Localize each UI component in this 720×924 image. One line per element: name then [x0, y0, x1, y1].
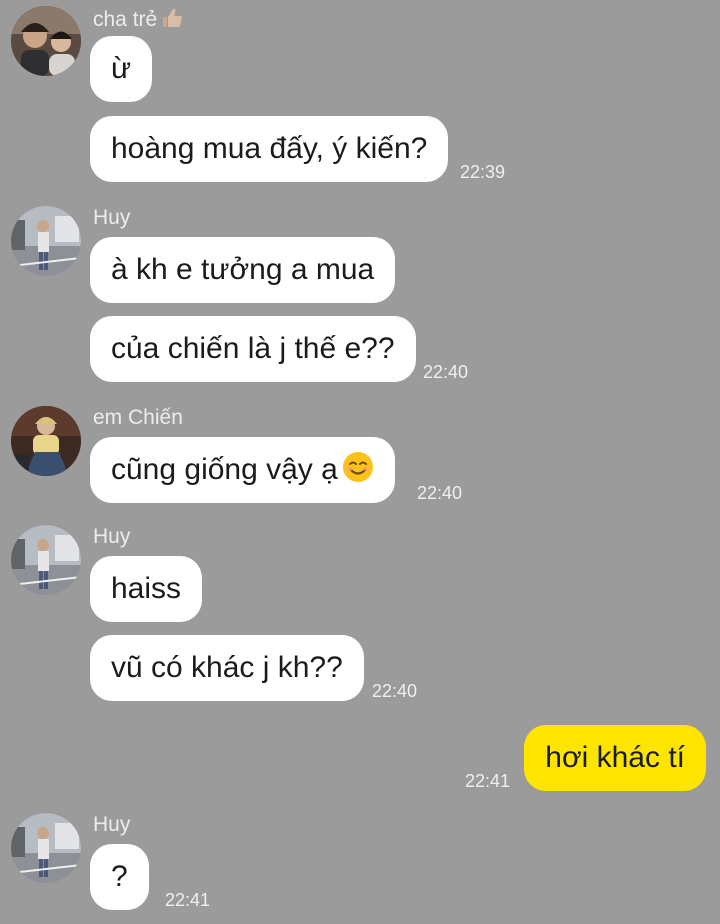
message-timestamp: 22:40 — [417, 483, 463, 503]
message-timestamp: 22:40 — [423, 362, 469, 382]
sender-name: Huy — [93, 813, 131, 836]
avatar-huy[interactable] — [11, 813, 81, 883]
message-bubble[interactable]: cũng giống vậy ạ — [90, 437, 395, 503]
my-message-bubble[interactable]: hơi khác tí — [524, 725, 706, 791]
sender-name: em Chiến — [93, 406, 183, 429]
message-bubble[interactable]: hoàng mua đấy, ý kiến? — [90, 116, 449, 182]
message-bubble[interactable]: ừ — [90, 36, 153, 102]
message-bubble[interactable]: ? — [90, 844, 149, 910]
avatar-cha-tre[interactable] — [11, 6, 81, 76]
avatar-huy[interactable] — [11, 525, 81, 595]
thumbs-up-emoji-icon — [163, 8, 183, 27]
message-bubble[interactable]: của chiến là j thế e?? — [90, 316, 416, 382]
message-timestamp: 22:39 — [460, 162, 506, 182]
sender-name: cha trẻ — [93, 6, 184, 32]
message-bubble[interactable]: haiss — [90, 556, 203, 622]
message-timestamp: 22:41 — [465, 771, 511, 791]
sender-name: Huy — [93, 525, 131, 548]
message-timestamp: 22:41 — [165, 890, 211, 910]
message-timestamp: 22:40 — [372, 681, 418, 701]
sender-name: Huy — [93, 206, 131, 229]
message-bubble[interactable]: à kh e tưởng a mua — [90, 237, 396, 303]
avatar-em-chien[interactable] — [11, 406, 81, 476]
message-bubble[interactable]: vũ có khác j kh?? — [90, 635, 364, 701]
smiling-face-emoji-icon — [342, 452, 373, 482]
avatar-huy[interactable] — [11, 206, 81, 276]
